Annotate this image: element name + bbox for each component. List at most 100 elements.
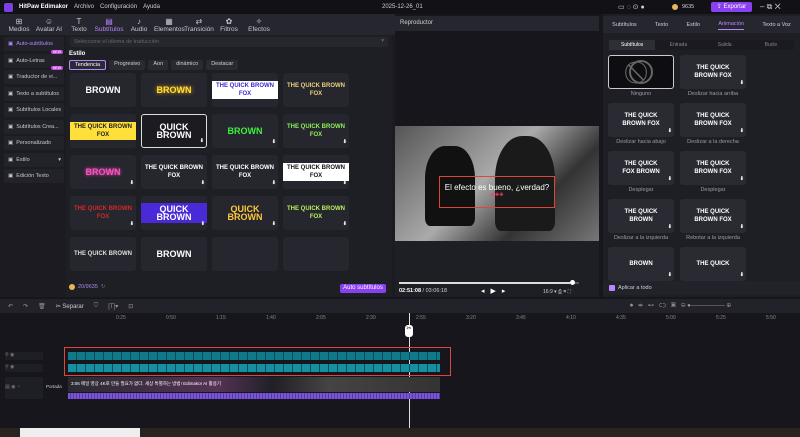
style-card[interactable] (212, 237, 278, 271)
split-button[interactable]: ✂ Separar (56, 303, 84, 310)
download-icon[interactable]: ⬇ (343, 179, 347, 187)
redo-icon[interactable]: ↷ (23, 303, 28, 310)
animation-subtab[interactable]: Entrada (655, 40, 701, 50)
property-tab[interactable]: Texto a Voz (762, 22, 790, 28)
sidebar-item[interactable]: ▣ Edición Texto (4, 169, 64, 183)
style-card[interactable]: THE QUICK BROWN FOX ⬇ (283, 155, 349, 189)
animation-card[interactable]: ⃠ (608, 55, 674, 89)
property-tab[interactable]: Estilo (687, 22, 700, 28)
export-button[interactable]: ⇪ Exportar (711, 2, 752, 12)
property-tab[interactable]: Animación (718, 19, 745, 30)
download-icon[interactable]: ⬇ (740, 127, 744, 135)
tab-elementos[interactable]: ▦ Elementos (154, 17, 185, 35)
tab-filtros[interactable]: ✿ Filtros (214, 17, 244, 35)
style-card[interactable]: THE QUICK BROWN FOX ⬇ (141, 155, 207, 189)
style-card[interactable]: THE QUICK BROWN FOX (283, 73, 349, 107)
style-chip[interactable]: dinámico (171, 60, 204, 70)
video-track-controls[interactable]: ▤ ◉ ◔ (5, 377, 43, 399)
tab-texto[interactable]: T Texto (64, 17, 94, 35)
timeline-ruler[interactable]: 0:25 0:50 1:15 1:40 2:05 2:30 2:55 3:20 3:45 4:10… (64, 313, 800, 325)
header-icons[interactable]: ▭ ◌ ⊙ ● (618, 3, 645, 11)
language-select[interactable]: Seleccione el idioma de traducción ▾ (70, 37, 388, 47)
style-chip[interactable]: Tendencia (69, 60, 107, 70)
seek-bar[interactable] (399, 280, 579, 285)
timeline-tools[interactable]: ⏺ ⇹ ⊷ ⊂⊃ ▣ ⊖ ●──────── ⊕ (630, 302, 731, 310)
animation-card[interactable]: THE QUICK ⬇ (680, 247, 746, 281)
animation-card[interactable]: THE QUICK BROWN FOX ⬇ (680, 151, 746, 185)
style-card[interactable]: BROWN (141, 237, 207, 271)
style-chip[interactable]: Progresivo (109, 60, 146, 70)
tab-efectos[interactable]: ✧ Efectos (244, 17, 274, 35)
animation-card[interactable]: BROWN ⬇ (608, 247, 674, 281)
tab-medios[interactable]: ⊞ Medios (4, 17, 34, 35)
auto-subtitles-button[interactable]: Auto subtítulos (340, 284, 386, 293)
scissors-icon[interactable]: ✂ (405, 325, 413, 337)
download-icon[interactable]: ⬇ (343, 138, 347, 146)
style-card[interactable]: QUICK BROWN ⬇ (141, 114, 207, 148)
style-card[interactable]: THE QUICK BROWN FOX ⬇ (70, 196, 136, 230)
property-tab[interactable]: Texto (655, 22, 668, 28)
audio-waveform[interactable] (68, 393, 440, 399)
download-icon[interactable]: ⬇ (668, 127, 672, 135)
download-icon[interactable]: ⬇ (668, 271, 672, 279)
download-icon[interactable]: ⬇ (201, 179, 205, 187)
animation-card[interactable]: THE QUICK BROWN FOX ⬇ (608, 103, 674, 137)
style-card[interactable]: QUICK BROWN ⬇ (212, 196, 278, 230)
download-icon[interactable]: ⬇ (130, 179, 134, 187)
download-icon[interactable]: ⬇ (201, 220, 205, 228)
sidebar-item[interactable]: ▣ Subtítulos Crea... (4, 119, 64, 134)
style-card[interactable] (283, 237, 349, 271)
animation-subtab[interactable]: Bucle (748, 40, 794, 50)
refresh-icon[interactable]: ↻ (101, 284, 106, 290)
style-card[interactable]: BROWN ⬇ (70, 155, 136, 189)
property-tab[interactable]: Subtítulos (612, 22, 636, 28)
animation-card[interactable]: THE QUICK BROWN FOX ⬇ (680, 103, 746, 137)
playback-controls[interactable]: ◂▶▸ (481, 287, 511, 295)
style-card[interactable]: BROWN (141, 73, 207, 107)
style-chip[interactable]: Aon (148, 60, 169, 70)
checkbox-checked-icon[interactable] (609, 285, 615, 291)
animation-card[interactable]: THE QUICK FOX BROWN ⬇ (608, 151, 674, 185)
delete-icon[interactable]: 🗑 (38, 303, 46, 310)
sidebar-item[interactable]: ▣ Subtítulos Locales (4, 103, 64, 117)
download-icon[interactable]: ⬇ (272, 220, 276, 228)
style-card[interactable]: THE QUICK BROWN FOX (70, 114, 136, 148)
style-card[interactable]: QUICK BROWN ⬇ (141, 196, 207, 230)
download-icon[interactable]: ⬇ (272, 179, 276, 187)
style-card[interactable]: THE QUICK BROWN (70, 237, 136, 271)
style-card[interactable]: THE QUICK BROWN FOX ⬇ (212, 155, 278, 189)
style-card[interactable]: THE QUICK BROWN FOX (212, 73, 278, 107)
download-icon[interactable]: ⬇ (200, 137, 204, 145)
animation-card[interactable]: THE QUICK BROWN FOX ⬇ (680, 55, 746, 89)
shield-icon[interactable]: ⛉ (94, 303, 99, 310)
download-icon[interactable]: ⬇ (130, 220, 134, 228)
freeze-icon[interactable]: ⊡ (128, 303, 133, 310)
style-chip[interactable]: Destacar (206, 60, 239, 70)
download-icon[interactable]: ⬇ (740, 271, 744, 279)
menu-config[interactable]: Configuración (100, 4, 137, 10)
tab-transición[interactable]: ⇄ Transición (184, 17, 214, 35)
tab-audio[interactable]: ♪ Audio (124, 17, 154, 35)
video-clip[interactable]: 3:06 매일 영상 4K로 만들 필요가 없다. 세상 특별하는 방법! Ed… (68, 377, 440, 392)
download-icon[interactable]: ⬇ (272, 138, 276, 146)
track-controls[interactable]: ⚲ ◉ (5, 352, 43, 360)
style-card[interactable]: BROWN ⬇ (212, 114, 278, 148)
animation-card[interactable]: THE QUICK BROWN FOX ⬇ (680, 199, 746, 233)
sidebar-item[interactable]: ▣ Estilo ▾ (4, 152, 64, 167)
download-icon[interactable]: ⬇ (668, 175, 672, 183)
download-icon[interactable]: ⬇ (740, 223, 744, 231)
tab-subtítulos[interactable]: ▤ Subtítulos (94, 17, 124, 35)
apply-all[interactable]: Aplicar a todo (603, 281, 800, 295)
style-card[interactable]: THE QUICK BROWN FOX ⬇ (283, 196, 349, 230)
cover-label[interactable]: Portada (46, 384, 62, 389)
seek-handle[interactable] (570, 280, 575, 285)
download-icon[interactable]: ⬇ (740, 79, 744, 87)
sidebar-item[interactable]: ▣ Personalizado (4, 136, 64, 150)
style-card[interactable]: BROWN (70, 73, 136, 107)
animation-subtab[interactable]: Salida (702, 40, 748, 50)
text-icon[interactable]: [T]▾ (108, 303, 118, 310)
window-controls[interactable]: – ⧉ ✕ (760, 2, 781, 12)
download-icon[interactable]: ⬇ (668, 223, 672, 231)
sidebar-item[interactable]: ▣ Auto-subtítulos (4, 37, 64, 51)
animation-card[interactable]: THE QUICK BROWN ⬇ (608, 199, 674, 233)
